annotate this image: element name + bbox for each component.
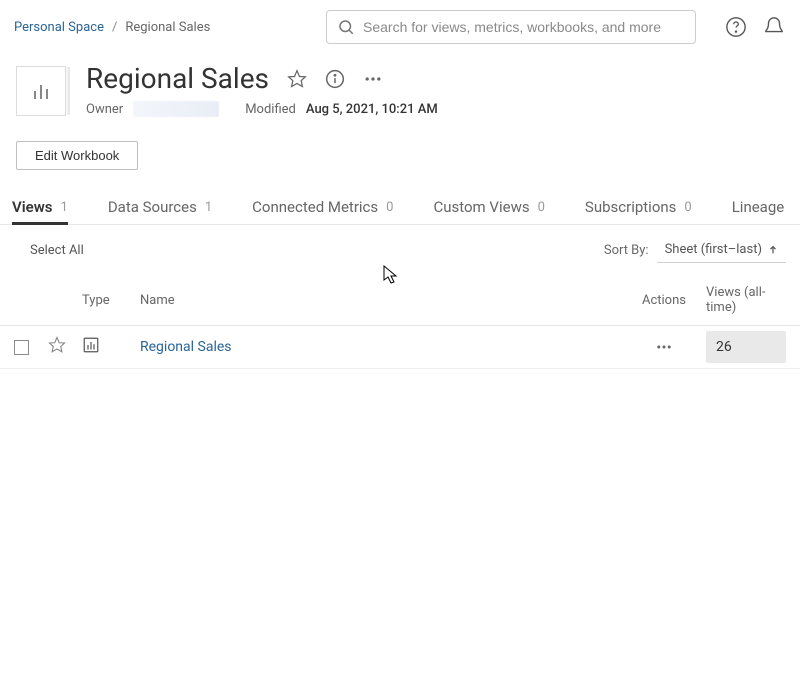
owner-label: Owner (86, 102, 123, 117)
tab-label: Data Sources (108, 198, 197, 216)
info-icon (325, 69, 345, 89)
info-button[interactable] (325, 69, 345, 89)
column-header-name[interactable]: Name (140, 293, 622, 308)
more-actions-button[interactable] (363, 69, 383, 89)
meta-row: Owner Modified Aug 5, 2021, 10:21 AM (86, 101, 438, 117)
sort-value: Sheet (first–last) (665, 242, 762, 257)
notifications-icon[interactable] (762, 15, 786, 39)
row-views-value: 26 (706, 331, 786, 363)
tab-count: 1 (205, 200, 212, 215)
modified-value: Aug 5, 2021, 10:21 AM (306, 102, 438, 117)
column-header-views[interactable]: Views (all-time) (706, 285, 786, 315)
table-row: Regional Sales 26 (0, 326, 800, 369)
row-checkbox[interactable] (14, 340, 29, 355)
help-icon[interactable] (724, 15, 748, 39)
toolbar-row: Select All Sort By: Sheet (first–last) (0, 225, 800, 275)
modified-label: Modified (245, 102, 296, 117)
tab-subscriptions[interactable]: Subscriptions 0 (585, 190, 692, 224)
breadcrumb-root[interactable]: Personal Space (14, 20, 104, 35)
owner-value-redacted (133, 101, 219, 117)
top-bar: Personal Space / Regional Sales (0, 0, 800, 54)
favorite-toggle[interactable] (287, 69, 307, 89)
tabs-row: Views 1 Data Sources 1 Connected Metrics… (0, 190, 800, 225)
table-header: Type Name Actions Views (all-time) (0, 275, 800, 326)
more-horizontal-icon (363, 69, 383, 89)
tab-count: 0 (386, 200, 393, 215)
column-header-type[interactable]: Type (82, 293, 140, 308)
breadcrumb-current: Regional Sales (125, 20, 210, 35)
search-icon (337, 18, 355, 36)
search-container[interactable] (326, 10, 696, 44)
workbook-thumbnail (16, 66, 66, 116)
row-name-link[interactable]: Regional Sales (140, 339, 232, 355)
bar-chart-icon (29, 79, 53, 103)
star-icon (48, 336, 66, 354)
header-area: Regional Sales (0, 54, 800, 117)
tab-custom-views[interactable]: Custom Views 0 (433, 190, 544, 224)
tab-label: Lineage (732, 198, 785, 216)
tab-count: 1 (61, 200, 68, 215)
star-icon (287, 69, 307, 89)
sort-by-label: Sort By: (604, 243, 649, 258)
tab-count: 0 (538, 200, 545, 215)
tab-connected-metrics[interactable]: Connected Metrics 0 (252, 190, 393, 224)
breadcrumb-separator: / (112, 20, 117, 35)
select-all-button[interactable]: Select All (30, 243, 84, 258)
tab-count: 0 (684, 200, 691, 215)
actions-row: Edit Workbook (0, 117, 800, 190)
breadcrumb: Personal Space / Regional Sales (14, 20, 210, 35)
tab-label: Connected Metrics (252, 198, 378, 216)
tab-views[interactable]: Views 1 (12, 190, 68, 224)
row-actions-button[interactable] (622, 338, 706, 356)
more-horizontal-icon (655, 338, 673, 356)
search-input[interactable] (363, 19, 685, 35)
view-type-icon (82, 336, 100, 354)
column-header-actions: Actions (622, 293, 706, 308)
tab-lineage[interactable]: Lineage (732, 190, 785, 224)
sort-arrow-up-icon (768, 245, 778, 255)
row-favorite-toggle[interactable] (48, 336, 82, 358)
tab-data-sources[interactable]: Data Sources 1 (108, 190, 212, 224)
page-title: Regional Sales (86, 62, 269, 95)
edit-workbook-button[interactable]: Edit Workbook (16, 141, 138, 170)
sort-dropdown[interactable]: Sheet (first–last) (657, 237, 786, 263)
tab-label: Custom Views (433, 198, 529, 216)
tab-label: Views (12, 198, 53, 216)
tab-label: Subscriptions (585, 198, 676, 216)
